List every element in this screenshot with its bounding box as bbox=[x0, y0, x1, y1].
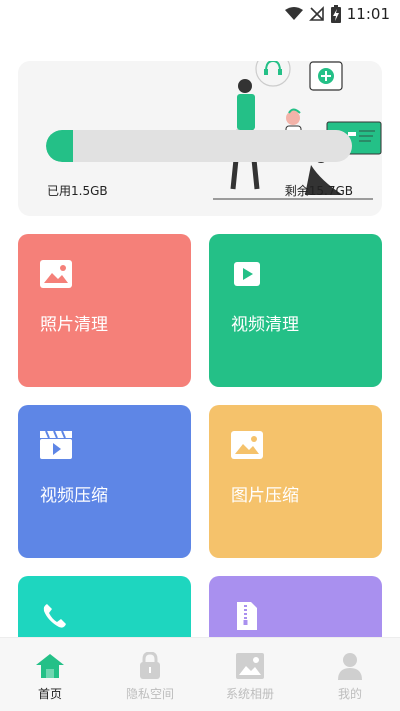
storage-usage-fill bbox=[46, 130, 73, 162]
home-icon bbox=[36, 654, 64, 678]
nav-private-space-label: 隐私空间 bbox=[125, 687, 174, 701]
profile-icon bbox=[338, 653, 362, 680]
nav-profile-label: 我的 bbox=[337, 687, 362, 701]
lock-icon bbox=[140, 652, 160, 679]
album-icon bbox=[236, 653, 264, 679]
image-icon bbox=[231, 431, 263, 459]
nav-private-space[interactable]: 隐私空间 bbox=[100, 638, 200, 711]
video-cleanup-tile[interactable]: 视频清理 bbox=[209, 234, 382, 387]
nav-system-album[interactable]: 系统相册 bbox=[200, 638, 300, 711]
wifi-icon bbox=[284, 7, 303, 20]
storage-usage-bar bbox=[46, 130, 352, 162]
bottom-navigation: 首页 隐私空间 系统相册 我的 bbox=[0, 637, 400, 711]
video-play-icon bbox=[234, 262, 260, 286]
photo-cleanup-label: 照片清理 bbox=[40, 315, 108, 335]
battery-charging-icon bbox=[330, 5, 341, 23]
remaining-storage-label: 剩余15.7GB bbox=[284, 184, 353, 198]
nav-home[interactable]: 首页 bbox=[0, 638, 100, 711]
video-compress-tile[interactable]: 视频压缩 bbox=[18, 405, 191, 558]
image-compress-label: 图片压缩 bbox=[231, 486, 299, 506]
nav-profile[interactable]: 我的 bbox=[300, 638, 400, 711]
phone-icon bbox=[43, 604, 66, 628]
no-signal-icon bbox=[308, 6, 324, 21]
used-storage-label: 已用1.5GB bbox=[47, 184, 108, 198]
photo-cleanup-tile[interactable]: 照片清理 bbox=[18, 234, 191, 387]
video-cleanup-label: 视频清理 bbox=[231, 315, 299, 335]
nav-home-label: 首页 bbox=[37, 687, 62, 701]
nav-system-album-label: 系统相册 bbox=[225, 687, 274, 701]
zip-file-icon bbox=[237, 602, 257, 630]
photo-icon bbox=[40, 260, 72, 288]
video-compress-label: 视频压缩 bbox=[40, 486, 108, 506]
image-compress-tile[interactable]: 图片压缩 bbox=[209, 405, 382, 558]
storage-card: 已用1.5GB 剩余15.7GB bbox=[18, 61, 382, 216]
status-time: 11:01 bbox=[346, 5, 390, 23]
video-clapper-icon bbox=[40, 431, 72, 459]
status-bar: 11:01 bbox=[0, 0, 400, 28]
